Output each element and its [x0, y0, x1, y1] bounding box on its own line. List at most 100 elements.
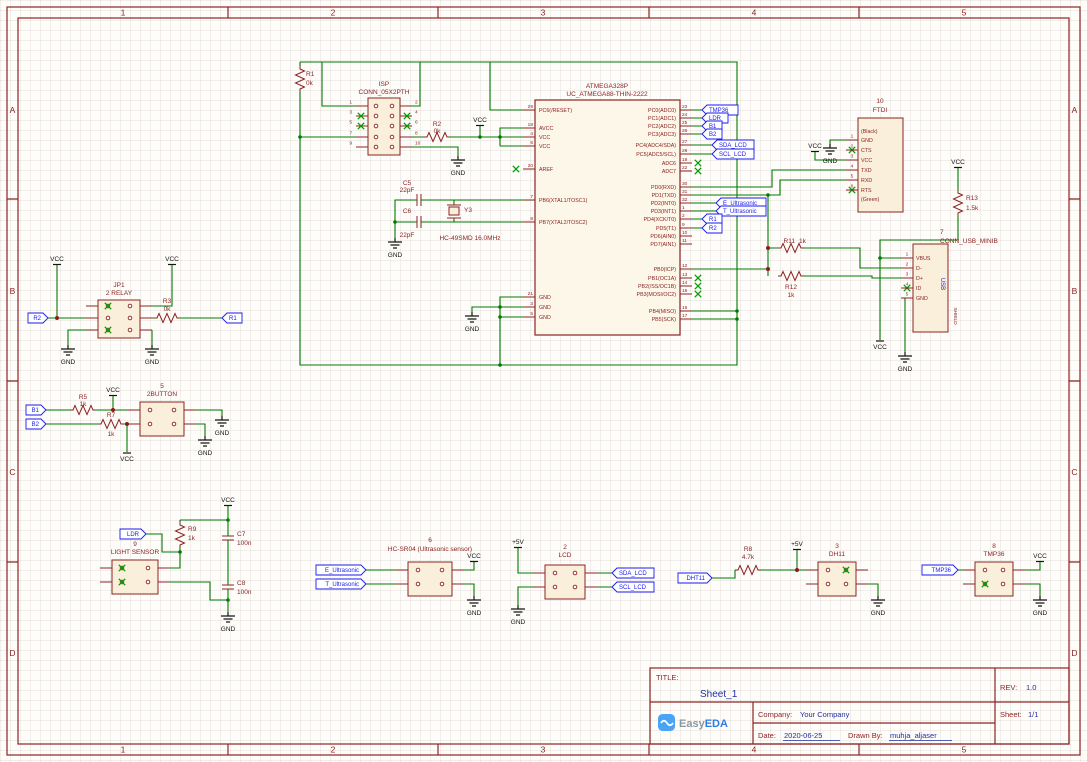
resistor-r5[interactable]: R5 1k — [69, 394, 97, 415]
gnd-flag[interactable]: GND — [870, 595, 886, 617]
net-flag-sda-lcd2[interactable]: SDA_LCD — [611, 567, 655, 579]
schematic-sheet[interactable]: 1122334455AABBCCDD R1 0k ISP CONN_05X2PT… — [0, 0, 1087, 762]
svg-text:SCL_LCD: SCL_LCD — [719, 152, 747, 158]
connector-lcd[interactable]: 2 LCD — [533, 544, 597, 600]
usb-pin-number: 4 — [906, 282, 909, 288]
svg-text:R1: R1 — [709, 217, 717, 223]
resistor-r12[interactable]: R12 1k — [777, 271, 805, 300]
schematic-canvas[interactable]: 1122334455A AB BC CD D R1 0k ISP CONN_05… — [0, 0, 1087, 762]
net-flag-t-ultrasonic-sr04[interactable]: T_Ultrasonic — [315, 578, 367, 590]
gnd-flag[interactable]: GND — [464, 311, 480, 333]
vcc-flag[interactable]: VCC — [808, 143, 822, 153]
net-flag-scl-lcd2[interactable]: SCL_LCD — [611, 581, 655, 593]
dht-body[interactable] — [817, 561, 857, 597]
vcc-flag[interactable]: VCC — [120, 452, 134, 463]
gnd-flag[interactable]: GND — [220, 611, 236, 633]
ic-pin-number: 19 — [682, 157, 688, 163]
net-flag-b2[interactable]: B2 — [701, 128, 723, 140]
connector-hcsr04[interactable]: 6 HC-SR04 (Ultrasonic sensor) — [388, 537, 472, 597]
connector-jp1-relay[interactable]: JP1 2 RELAY — [86, 282, 152, 339]
capacitor-c8[interactable]: C8 100n — [221, 580, 252, 596]
wire-gnd-bus[interactable] — [471, 296, 523, 365]
connector-usb-minib[interactable]: 7 CONN_USB_MINIB USB SHIELD 1 VBUS 2 D- 3 D+ 4… — [901, 229, 998, 333]
isp-pin-number: 2 — [415, 100, 418, 106]
net-flag-r2[interactable]: R2 — [701, 222, 723, 234]
tmp-body[interactable] — [974, 561, 1014, 597]
crystal-body[interactable] — [448, 206, 460, 216]
net-flag-e-ultrasonic-sr04[interactable]: E_Ultrasonic — [315, 564, 367, 576]
gnd-flag[interactable]: GND — [197, 435, 213, 457]
net-flag-sda-lcd[interactable]: SDA_LCD — [711, 139, 755, 151]
capacitor-c7[interactable]: C7 100n — [221, 531, 252, 547]
net-flag-ldr-sensor[interactable]: LDR — [119, 528, 147, 540]
gnd-flag[interactable]: GND — [466, 595, 482, 617]
svg-text:GND: GND — [145, 359, 160, 366]
p5v-flag[interactable]: +5V — [791, 541, 804, 551]
connector-dh11[interactable]: 3 DH11 — [806, 543, 868, 597]
gnd-flag[interactable]: GND — [450, 155, 466, 177]
net-flag-b1-button[interactable]: B1 — [25, 404, 47, 416]
crystal-y3[interactable]: Y3 HC-49SMD 16.0MHz — [439, 204, 501, 242]
connector-light-sensor[interactable]: 9 LIGHT SENSOR — [100, 541, 170, 595]
svg-text:R5: R5 — [79, 394, 88, 401]
net-flag-r2-relay[interactable]: R2 — [27, 312, 49, 324]
gnd-flag[interactable]: GND — [1032, 595, 1048, 617]
resistor-r7[interactable]: R7 1k — [97, 412, 125, 438]
ruler-col-label-top: 4 — [752, 8, 757, 18]
vcc-flag[interactable]: VCC — [165, 256, 179, 266]
ic-atmega328p[interactable]: ATMEGA328P UC_ATMEGA88-THIN-2222 29PC6(/… — [512, 83, 702, 336]
svg-text:5: 5 — [160, 383, 164, 390]
resistor-r9[interactable]: R9 1k — [175, 521, 197, 549]
svg-text:B2: B2 — [32, 422, 40, 428]
net-flag-t-ultrasonic[interactable]: T_Ultrasonic — [715, 205, 767, 217]
net-flag-r1[interactable]: R1 — [701, 213, 723, 225]
vcc-flag[interactable]: VCC — [50, 256, 64, 266]
net-flag-dht11[interactable]: DHT11 — [677, 572, 713, 584]
resistor-r1[interactable]: R1 0k — [295, 65, 315, 93]
lcd-body[interactable] — [544, 564, 586, 600]
connector-2button[interactable]: 5 2BUTTON — [128, 383, 196, 437]
net-flag-tmp36-sensor[interactable]: TMP36 — [921, 564, 959, 576]
resistor-r3[interactable]: R3 0k — [153, 298, 181, 323]
svg-text:100n: 100n — [237, 589, 252, 596]
resistor-r8[interactable]: R8 4.7k — [734, 546, 762, 575]
wire-reset[interactable] — [489, 62, 523, 111]
jp1-body[interactable] — [97, 299, 141, 339]
gnd-flag[interactable]: GND — [897, 351, 913, 373]
connector-isp[interactable]: ISP CONN_05X2PTH 1 3 5 7 9 2 4 6 8 10 — [349, 81, 421, 156]
gnd-flag[interactable]: GND — [387, 237, 403, 259]
capacitor-c5[interactable]: C5 22pF — [400, 180, 422, 207]
p5v-flag[interactable]: +5V — [512, 539, 525, 549]
vcc-flag[interactable]: VCC — [1033, 553, 1047, 563]
vcc-flag[interactable]: VCC — [106, 387, 120, 397]
ic-pin-number: 16 — [682, 305, 688, 311]
gnd-flag[interactable]: GND — [510, 604, 526, 626]
gnd-flag[interactable]: GND — [214, 415, 230, 437]
isp-body[interactable] — [367, 97, 401, 156]
resistor-r13[interactable]: R13 1.5k — [953, 189, 980, 217]
vcc-flag[interactable]: VCC — [221, 497, 235, 507]
vcc-flag[interactable]: VCC — [467, 553, 481, 563]
gnd-flag[interactable]: GND — [144, 344, 160, 366]
vcc-flag[interactable]: VCC — [951, 159, 965, 169]
connector-tmp36[interactable]: 8 TMP36 — [963, 543, 1025, 597]
button-body[interactable] — [139, 401, 185, 437]
vcc-flag[interactable]: VCC — [473, 117, 487, 127]
wire-light-sensor[interactable] — [146, 506, 229, 612]
sr04-body[interactable] — [407, 561, 453, 597]
gnd-flag[interactable]: GND — [822, 143, 838, 165]
net-flag-r1-relay[interactable]: R1 — [221, 312, 243, 324]
resistor-r11[interactable]: R11 1k — [777, 238, 807, 253]
gnd-flag[interactable]: GND — [60, 344, 76, 366]
ftdi-line-label: CTS — [861, 148, 872, 154]
resistor-r2[interactable]: R2 0k — [423, 121, 451, 142]
net-flag-scl-lcd[interactable]: SCL_LCD — [711, 148, 755, 160]
svg-text:R13: R13 — [966, 195, 978, 202]
svg-text:R8: R8 — [744, 546, 753, 553]
net-flag-b2-button[interactable]: B2 — [25, 418, 47, 430]
capacitor-c6[interactable]: C6 22pF — [400, 208, 422, 239]
svg-text:+5V: +5V — [791, 541, 803, 548]
vcc-flag[interactable]: VCC — [873, 340, 887, 351]
net-flags[interactable]: TMP36 LDR B1 B2 SDA_LCD SCL_LCD E_Ultras… — [25, 104, 959, 593]
connector-ftdi[interactable]: 10 FTDI (Black) GND CTS VCC TXD RXD RTS (Green)… — [846, 98, 904, 213]
